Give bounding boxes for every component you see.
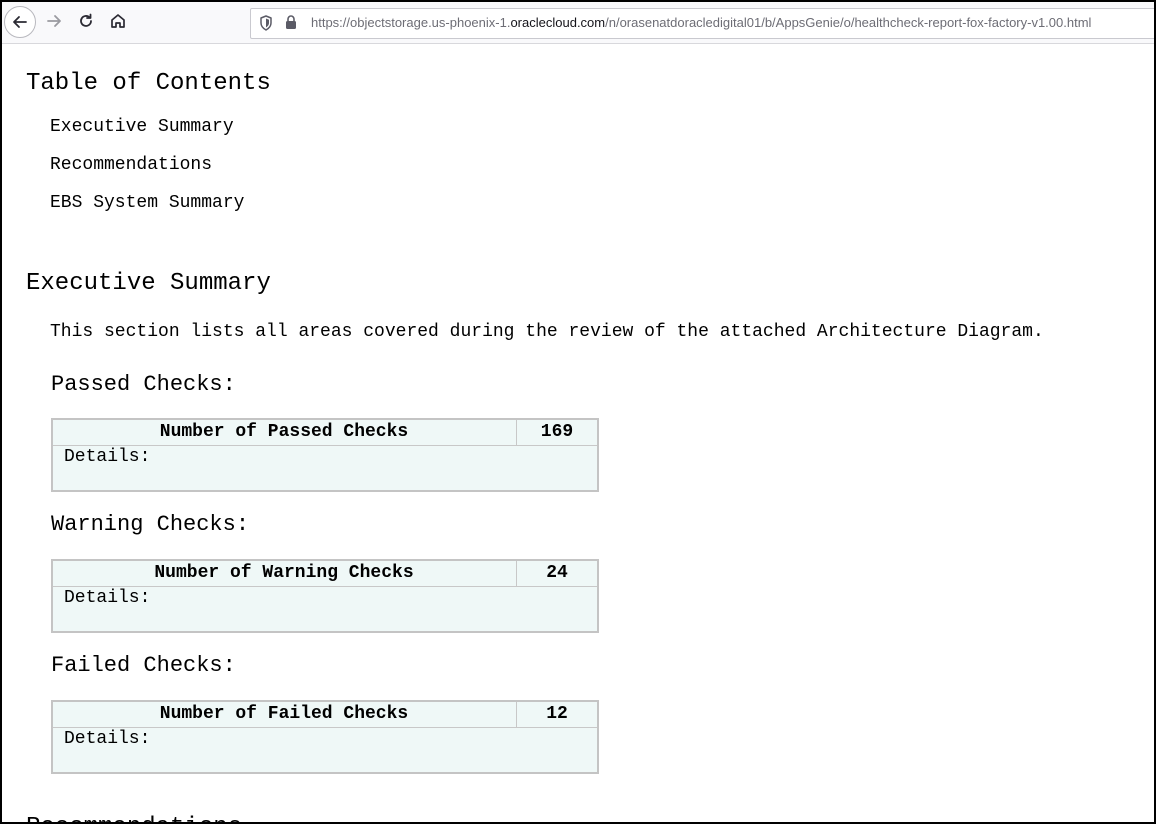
forward-button[interactable] <box>38 5 70 37</box>
url-prefix: https://objectstorage.us-phoenix-1. <box>311 15 511 30</box>
failed-checks-label: Number of Failed Checks <box>159 704 409 724</box>
toc-title: Table of Contents <box>26 70 271 97</box>
failed-checks-heading: Failed Checks: <box>51 653 236 678</box>
reload-button[interactable] <box>70 5 102 37</box>
url-domain: oraclecloud.com <box>510 15 606 30</box>
passed-checks-heading: Passed Checks: <box>51 372 236 397</box>
recommendations-heading: Recommendations <box>26 814 242 822</box>
shield-icon[interactable] <box>259 15 273 31</box>
warning-checks-count: 24 <box>546 563 568 583</box>
lock-icon[interactable] <box>285 15 297 30</box>
warning-checks-label: Number of Warning Checks <box>154 563 414 583</box>
table-header-row: Number of Warning Checks 24 <box>53 561 597 587</box>
toc-link-ebs-system-summary[interactable]: EBS System Summary <box>50 193 244 213</box>
back-arrow-icon <box>13 16 27 28</box>
passed-checks-details: Details: <box>64 447 151 467</box>
passed-checks-table: Number of Passed Checks 169 Details: <box>51 418 599 492</box>
failed-checks-table: Number of Failed Checks 12 Details: <box>51 700 599 774</box>
report-page: Table of Contents Executive Summary Reco… <box>2 44 1154 822</box>
address-bar[interactable]: https://objectstorage.us-phoenix-1.oracl… <box>250 8 1154 39</box>
browser-toolbar: https://objectstorage.us-phoenix-1.oracl… <box>2 2 1154 44</box>
passed-checks-count: 169 <box>540 422 574 442</box>
back-button[interactable] <box>4 6 36 38</box>
warning-checks-details: Details: <box>64 588 151 608</box>
toc-link-recommendations[interactable]: Recommendations <box>50 155 212 175</box>
url-suffix: /n/orasenatdoracledigital01/b/AppsGenie/… <box>605 15 1092 30</box>
forward-arrow-icon <box>47 15 61 27</box>
table-header-row: Number of Passed Checks 169 <box>53 420 597 446</box>
toc-link-executive-summary[interactable]: Executive Summary <box>50 117 234 137</box>
home-icon <box>111 14 125 28</box>
failed-checks-count: 12 <box>546 704 568 724</box>
browser-window: https://objectstorage.us-phoenix-1.oracl… <box>0 0 1156 824</box>
home-button[interactable] <box>102 5 134 37</box>
reload-icon <box>80 13 92 27</box>
warning-checks-heading: Warning Checks: <box>51 512 250 537</box>
table-header-row: Number of Failed Checks 12 <box>53 702 597 728</box>
failed-checks-details: Details: <box>64 729 151 749</box>
passed-checks-label: Number of Passed Checks <box>159 422 409 442</box>
executive-summary-title: Executive Summary <box>26 270 271 297</box>
executive-summary-intro: This section lists all areas covered dur… <box>50 322 1044 342</box>
url-text[interactable]: https://objectstorage.us-phoenix-1.oracl… <box>311 15 1091 30</box>
warning-checks-table: Number of Warning Checks 24 Details: <box>51 559 599 633</box>
